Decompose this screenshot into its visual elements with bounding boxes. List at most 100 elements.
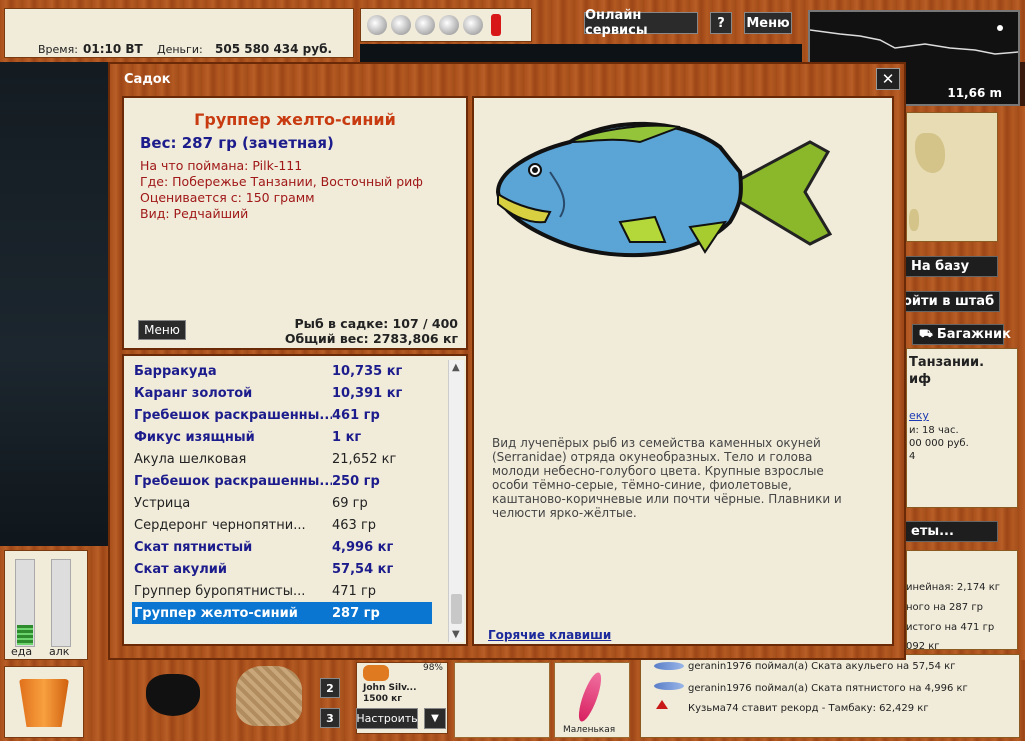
record-line: инейная: 2,174 кг [906, 582, 1001, 593]
fish-list-row[interactable]: Барракуда 10,735 кг [132, 360, 432, 382]
depth-value: 11,66 m [947, 86, 1002, 100]
fish-list-row[interactable]: Акула шелковая 21,652 кг [132, 448, 432, 470]
menu-button[interactable]: Меню [744, 12, 792, 34]
money-value: 505 580 434 руб. [215, 42, 333, 56]
bucket-icon [19, 679, 69, 727]
fish-row-name: Скат пятнистый [134, 539, 253, 555]
fish-list-row[interactable]: Устрица 69 гр [132, 492, 432, 514]
fish-list-row[interactable]: Группер буропятнисты... 471 гр [132, 580, 432, 602]
car-icon: ⛟ [919, 327, 933, 340]
alcohol-label: алк [49, 645, 70, 658]
fish-count: Рыб в садке: 107 / 400 [294, 316, 458, 331]
time-label: Время: [38, 43, 78, 56]
fish-list-row[interactable]: Гребешок раскрашенны... 461 гр [132, 404, 432, 426]
sack-icon[interactable] [236, 666, 302, 726]
lure-icon [574, 670, 606, 724]
rod-percent: 98% [422, 663, 443, 673]
fish-list-row[interactable]: Скат акулий 57,54 кг [132, 558, 432, 580]
feed-line: Кузьма74 ставит рекорд - Тамбаку: 62,429… [688, 703, 929, 714]
slot-3-button[interactable]: 3 [320, 708, 340, 728]
scroll-up-icon[interactable]: ▲ [452, 362, 460, 373]
fish-description-panel: Вид лучепёрых рыб из семейства каменных … [472, 96, 894, 646]
potion-icon[interactable] [491, 14, 501, 36]
fish-row-name: Акула шелковая [134, 451, 247, 467]
record-arrow-icon [656, 700, 668, 709]
time-value: 01:10 ВТ [83, 42, 143, 56]
fish-row-name: Скат акулий [134, 561, 228, 577]
location-region: Танзании. [909, 355, 985, 370]
fish-row-name: Гребешок раскрашенны... [134, 473, 332, 489]
flask-icon[interactable] [463, 15, 483, 35]
chevron-down-icon: ▼ [431, 713, 439, 724]
fish-list-row[interactable]: Каранг золотой 10,391 кг [132, 382, 432, 404]
slot-2-button[interactable]: 2 [320, 678, 340, 698]
fish-row-weight: 10,735 кг [332, 363, 403, 379]
dropdown-button[interactable]: ▼ [424, 708, 446, 729]
bucket-slot[interactable] [4, 666, 84, 738]
dialog-menu-button[interactable]: Меню [138, 320, 186, 340]
fish-list-row[interactable]: Гребешок раскрашенны... 250 гр [132, 470, 432, 492]
fish-image [495, 121, 833, 258]
lure-label: Маленькая [563, 725, 616, 735]
flask-icon[interactable] [415, 15, 435, 35]
feed-line: geranin1976 поймал(а) Ската акульего на … [688, 661, 956, 672]
rod-weight: 1500 кг [363, 694, 402, 704]
fish-row-weight: 250 гр [332, 473, 380, 489]
trunk-button[interactable]: ⛟ Багажник [912, 324, 1011, 345]
fish-row-name: Группер буропятнисты... [134, 583, 306, 599]
to-base-button[interactable]: На базу [904, 256, 998, 277]
close-icon: ✕ [881, 70, 895, 88]
scroll-down-icon[interactable]: ▼ [452, 629, 460, 640]
hotkeys-link[interactable]: Горячие клавиши [488, 628, 611, 642]
fish-row-name: Фикус изящный [134, 429, 255, 445]
flask-icon[interactable] [439, 15, 459, 35]
fish-row-name: Барракуда [134, 363, 217, 379]
fish-list-row[interactable]: Скат пятнистый 4,996 кг [132, 536, 432, 558]
online-services-button[interactable]: Онлайн сервисы [584, 8, 698, 38]
fish-row-name: Группер желто-синий [134, 605, 298, 621]
record-line: ного на 287 гр [906, 602, 983, 613]
scroll-thumb[interactable] [451, 594, 462, 624]
record-line: истого на 471 гр [906, 622, 995, 633]
fish-row-weight: 463 гр [332, 517, 377, 533]
help-button[interactable]: ? [710, 12, 732, 34]
location-info-time: и: 18 час. [909, 425, 959, 436]
scrollbar[interactable]: ▲ ▼ [448, 360, 464, 642]
fish-row-weight: 471 гр [332, 583, 377, 599]
stats-panel: еда алк [4, 550, 88, 660]
fish-list-row[interactable]: Группер желто-синий 287 гр [132, 602, 432, 624]
fish-list-row[interactable]: Фикус изящный 1 кг [132, 426, 432, 448]
fish-row-weight: 69 гр [332, 495, 368, 511]
lure-slot[interactable]: Маленькая [554, 662, 630, 738]
to-hq-button[interactable]: ойти в штаб [894, 291, 1000, 312]
fish-description: Вид лучепёрых рыб из семейства каменных … [492, 436, 842, 520]
flask-icon[interactable] [367, 15, 387, 35]
feed-line: geranin1976 поймал(а) Ската пятнистого н… [688, 683, 968, 694]
water-strip [360, 44, 802, 62]
location-spot: иф [909, 372, 932, 387]
location-link[interactable]: еку [909, 409, 929, 422]
fish-name: Группер желто-синий [194, 110, 396, 129]
fish-list-row[interactable]: Сердеронг чернопятни... 463 гр [132, 514, 432, 536]
location-panel: Танзании. иф еку и: 18 час. 00 000 руб. … [906, 348, 1018, 508]
fish-row-weight: 4,996 кг [332, 539, 394, 555]
fish-row-weight: 461 гр [332, 407, 380, 423]
bottles-panel [360, 8, 532, 42]
setup-button[interactable]: Настроить [356, 708, 418, 729]
empty-slot[interactable] [454, 662, 550, 738]
fish-row-name: Сердеронг чернопятни... [134, 517, 306, 533]
rod-name: John Silv... [363, 683, 417, 693]
trunk-label: Багажник [936, 327, 1011, 342]
tickets-button[interactable]: еты... [904, 521, 998, 542]
total-weight: Общий вес: 2783,806 кг [284, 331, 458, 346]
pot-icon[interactable] [146, 674, 200, 716]
close-button[interactable]: ✕ [876, 68, 900, 90]
flask-icon[interactable] [391, 15, 411, 35]
reel-icon [363, 665, 389, 681]
fish-weight: Вес: 287 гр (зачетная) [140, 134, 334, 152]
fish-row-weight: 21,652 кг [332, 451, 397, 467]
fish-row-weight: 1 кг [332, 429, 362, 445]
location-info-count: 4 [909, 451, 916, 462]
valued-from: Оценивается с: 150 грамм [140, 190, 315, 205]
fish-row-weight: 287 гр [332, 605, 380, 621]
